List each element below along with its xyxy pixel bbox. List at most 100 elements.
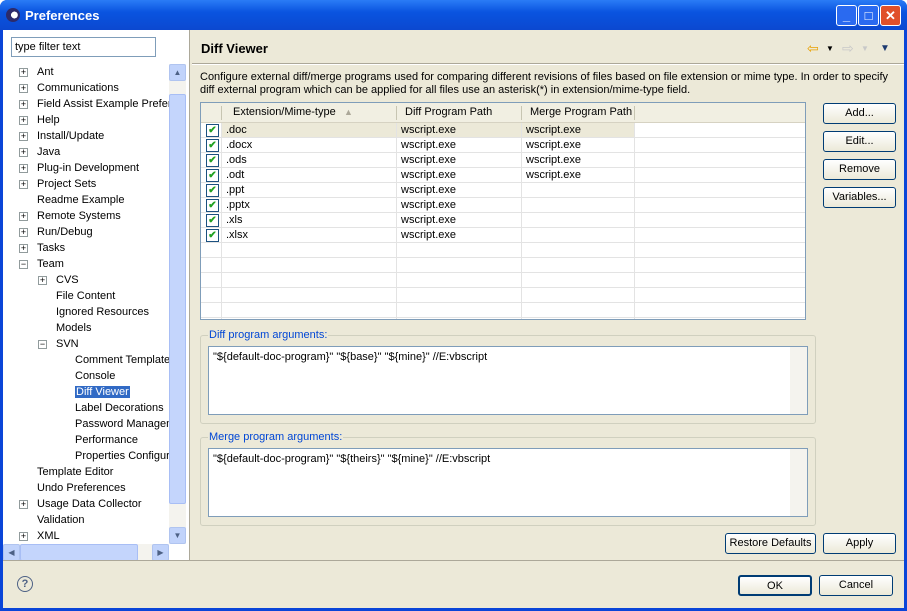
cancel-button[interactable]: Cancel [819,575,893,596]
tree-item[interactable]: Models [38,320,91,336]
title-separator [192,63,904,65]
apply-button[interactable]: Apply [823,533,896,554]
column-header-merge-path[interactable]: Merge Program Path [530,106,632,118]
tree-item[interactable]: + Help [19,112,60,128]
expand-icon[interactable]: + [19,68,28,77]
back-dropdown-icon[interactable]: ▼ [826,44,834,53]
row-checkbox[interactable]: ✔ [206,199,219,212]
collapse-icon[interactable]: − [19,260,28,269]
tree-item[interactable]: + Java [19,144,60,160]
row-checkbox[interactable]: ✔ [206,169,219,182]
expand-icon[interactable]: + [19,84,28,93]
row-checkbox[interactable]: ✔ [206,229,219,242]
merge-args-scrollbar[interactable] [790,449,807,516]
row-checkbox[interactable]: ✔ [206,124,219,137]
tree-item[interactable]: + Run/Debug [19,224,93,240]
page-description: Configure external diff/merge programs u… [200,71,889,96]
tree-item[interactable]: Undo Preferences [19,480,126,496]
table-row[interactable]: ✔ .doc wscript.exe wscript.exe [201,123,805,138]
variables-button[interactable]: Variables... [823,187,896,208]
tree-item[interactable]: + Project Sets [19,176,96,192]
tree-item[interactable]: Diff Viewer [57,384,130,400]
diff-args-scrollbar[interactable] [790,347,807,414]
tree-item[interactable]: File Content [38,288,115,304]
expand-icon[interactable]: + [19,164,28,173]
table-row[interactable]: ✔ .docx wscript.exe wscript.exe [201,138,805,153]
forward-arrow-icon[interactable]: ⇨ [842,40,854,57]
tree-item[interactable]: Console [57,368,115,384]
table-row[interactable]: ✔ .ppt wscript.exe [201,183,805,198]
tree-vertical-scrollbar[interactable]: ▲ ▼ [169,64,186,544]
remove-button[interactable]: Remove [823,159,896,180]
row-checkbox[interactable]: ✔ [206,154,219,167]
expand-icon[interactable]: + [19,148,28,157]
tree-item[interactable]: + CVS [38,272,79,288]
row-checkbox[interactable]: ✔ [206,139,219,152]
expand-icon[interactable]: + [38,276,47,285]
tree-item[interactable]: + XML [19,528,60,544]
table-row[interactable]: ✔ .xlsx wscript.exe [201,228,805,243]
add-button[interactable]: Add... [823,103,896,124]
minimize-button[interactable]: _ [836,5,857,26]
h-scroll-thumb[interactable] [20,544,138,561]
row-checkbox[interactable]: ✔ [206,184,219,197]
tree-item[interactable]: − SVN [38,336,79,352]
table-row[interactable]: ✔ .ods wscript.exe wscript.exe [201,153,805,168]
expand-icon[interactable]: + [19,100,28,109]
tree-item[interactable]: + Install/Update [19,128,104,144]
tree-item[interactable]: Label Decorations [57,400,164,416]
maximize-button[interactable]: □ [858,5,879,26]
tree-item[interactable]: + Usage Data Collector [19,496,142,512]
ok-button[interactable]: OK [738,575,812,596]
expand-icon[interactable]: + [19,116,28,125]
tree-item[interactable]: + Tasks [19,240,65,256]
tree-item[interactable]: + Remote Systems [19,208,121,224]
diff-args-textarea[interactable]: "${default-doc-program}" "${base}" "${mi… [208,346,808,415]
tree-item[interactable]: + Ant [19,64,54,80]
expand-icon[interactable]: + [19,228,28,237]
collapse-icon[interactable]: − [38,340,47,349]
tree-item[interactable]: Template Editor [19,464,113,480]
tree-item-label: Comment Templates [75,354,169,366]
edit-button[interactable]: Edit... [823,131,896,152]
close-button[interactable]: ✕ [880,5,901,26]
tree-item[interactable]: Performance [57,432,138,448]
scroll-left-button[interactable]: ◀ [3,544,20,561]
scroll-thumb[interactable] [169,94,186,504]
table-row[interactable]: ✔ .pptx wscript.exe [201,198,805,213]
tree-item[interactable]: − Team [19,256,64,272]
tree-horizontal-scrollbar[interactable]: ◀ ▶ [3,544,169,561]
back-arrow-icon[interactable]: ⇦ [807,40,819,57]
column-header-diff-path[interactable]: Diff Program Path [405,106,492,118]
scroll-right-button[interactable]: ▶ [152,544,169,561]
help-icon[interactable]: ? [17,576,33,592]
tree-item[interactable]: + Field Assist Example Preferences [19,96,169,112]
row-checkbox[interactable]: ✔ [206,214,219,227]
table-row[interactable]: ✔ .odt wscript.exe wscript.exe [201,168,805,183]
view-menu-icon[interactable]: ▼ [880,43,890,54]
tree-item[interactable]: Ignored Resources [38,304,149,320]
expand-icon[interactable]: + [19,532,28,541]
tree-item[interactable]: Properties Configuration [57,448,169,464]
diff-programs-table: Extension/Mime-type ▲ Diff Program Path … [200,102,806,320]
diff-args-value: "${default-doc-program}" "${base}" "${mi… [213,351,488,363]
expand-icon[interactable]: + [19,212,28,221]
expand-icon[interactable]: + [19,132,28,141]
forward-dropdown-icon[interactable]: ▼ [861,44,869,53]
expand-icon[interactable]: + [19,244,28,253]
tree-item[interactable]: Validation [19,512,85,528]
scroll-up-button[interactable]: ▲ [169,64,186,81]
merge-args-textarea[interactable]: "${default-doc-program}" "${theirs}" "${… [208,448,808,517]
scroll-down-button[interactable]: ▼ [169,527,186,544]
tree-item[interactable]: + Communications [19,80,119,96]
table-row[interactable]: ✔ .xls wscript.exe [201,213,805,228]
tree-item[interactable]: Password Management [57,416,169,432]
restore-defaults-button[interactable]: Restore Defaults [725,533,816,554]
tree-item[interactable]: Readme Example [19,192,124,208]
column-header-extension[interactable]: Extension/Mime-type [233,106,336,118]
tree-item[interactable]: Comment Templates [57,352,169,368]
expand-icon[interactable]: + [19,500,28,509]
tree-item[interactable]: + Plug-in Development [19,160,139,176]
filter-input[interactable] [11,37,156,57]
expand-icon[interactable]: + [19,180,28,189]
